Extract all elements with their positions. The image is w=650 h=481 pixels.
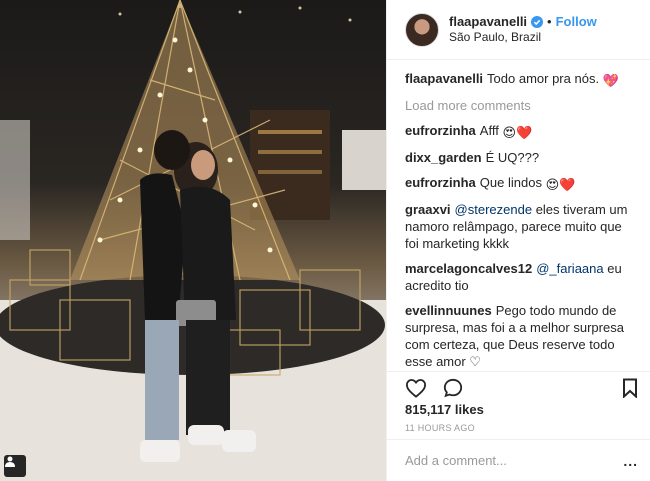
comment-emoji: 😍 bbox=[545, 177, 560, 192]
post-side-panel: flaapavanelli • Follow São Paulo, Brazil… bbox=[386, 0, 650, 481]
likes-count[interactable]: 815,117 likes bbox=[405, 402, 484, 417]
comment-username[interactable]: dixx_garden bbox=[405, 150, 482, 165]
comment-icon[interactable] bbox=[443, 378, 463, 398]
header-username[interactable]: flaapavanelli bbox=[449, 14, 527, 30]
heart-icon[interactable] bbox=[405, 378, 427, 398]
comment-mention-link[interactable]: @_fariaana bbox=[536, 261, 603, 276]
header-separator: • bbox=[547, 13, 552, 29]
comment-input[interactable] bbox=[405, 453, 624, 468]
avatar[interactable] bbox=[405, 12, 439, 47]
comment-username[interactable]: eufrorzinha bbox=[405, 123, 476, 138]
comments-list[interactable]: flaapavanelli Todo amor pra nós. 💖 Load m… bbox=[387, 60, 650, 371]
comment-text: Afff bbox=[479, 123, 503, 138]
caption: flaapavanelli Todo amor pra nós. 💖 bbox=[405, 70, 638, 89]
comment-row: graaxvi @sterezende eles tiveram um namor… bbox=[405, 201, 638, 252]
comment-emoji: 😍 bbox=[502, 125, 517, 140]
post-header: flaapavanelli • Follow São Paulo, Brazil bbox=[387, 0, 650, 60]
verified-badge-icon bbox=[531, 16, 544, 28]
add-comment-bar: ... bbox=[387, 439, 650, 481]
photo-illustration bbox=[0, 0, 386, 481]
post-timestamp: 11 HOURS AGO bbox=[405, 423, 475, 433]
comment-container: eufrorzinha Afff 😍❤️ dixx_garden É UQ??? euf… bbox=[405, 122, 638, 371]
comment-emoji: ❤️ bbox=[559, 177, 576, 192]
instagram-post: flaapavanelli • Follow São Paulo, Brazil… bbox=[0, 0, 650, 481]
caption-username[interactable]: flaapavanelli bbox=[405, 71, 483, 86]
load-more-comments-link[interactable]: Load more comments bbox=[405, 97, 638, 114]
comment-row: marcelagoncalves12 @_fariaana eu acredito… bbox=[405, 260, 638, 294]
comment-mention-link[interactable]: @sterezende bbox=[455, 202, 533, 217]
comment-row: eufrorzinha Que lindos 😍❤️ bbox=[405, 174, 638, 193]
caption-text: Todo amor pra nós. bbox=[487, 71, 600, 86]
comment-username[interactable]: graaxvi bbox=[405, 202, 451, 217]
comment-username[interactable]: eufrorzinha bbox=[405, 175, 476, 190]
follow-button[interactable]: Follow bbox=[556, 14, 597, 30]
comment-row: evellinnuunes Pego todo mundo de surpresa… bbox=[405, 302, 638, 370]
comment-text: Que lindos bbox=[479, 175, 546, 190]
comment-emoji: ❤️ bbox=[516, 125, 533, 140]
comment-username[interactable]: evellinnuunes bbox=[405, 303, 492, 318]
person-tag-icon[interactable] bbox=[4, 455, 26, 477]
location-link[interactable]: São Paulo, Brazil bbox=[449, 30, 597, 45]
post-photo[interactable] bbox=[0, 0, 386, 481]
comment-row: eufrorzinha Afff 😍❤️ bbox=[405, 122, 638, 141]
sparkling-heart-emoji: 💖 bbox=[602, 73, 619, 88]
comment-text: É UQ??? bbox=[485, 150, 540, 165]
action-bar bbox=[387, 371, 650, 399]
comment-row: dixx_garden É UQ??? bbox=[405, 149, 638, 166]
comment-username[interactable]: marcelagoncalves12 bbox=[405, 261, 532, 276]
bookmark-icon[interactable] bbox=[622, 378, 638, 398]
more-options-button[interactable]: ... bbox=[623, 453, 638, 469]
